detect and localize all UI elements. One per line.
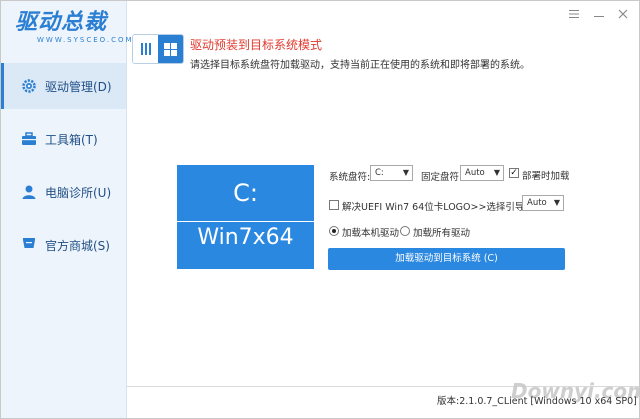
sidebar-item-label: 工具箱(T) bbox=[45, 132, 98, 147]
uefi-fix-checkbox[interactable] bbox=[329, 200, 339, 210]
doctor-icon bbox=[21, 184, 37, 200]
legacy-mode-icon[interactable] bbox=[133, 35, 158, 63]
sidebar-item-pc-clinic[interactable]: 电脑诊所(U) bbox=[1, 169, 126, 215]
app-logo: 驱动总裁 WWW.SYSCEO.COM bbox=[15, 10, 134, 51]
sidebar-item-official-store[interactable]: 官方商城(S) bbox=[1, 222, 126, 268]
minimize-icon[interactable] bbox=[591, 7, 607, 21]
chevron-down-icon: ▼ bbox=[493, 168, 500, 177]
mode-toggle[interactable] bbox=[132, 34, 184, 64]
cart-icon bbox=[21, 237, 37, 253]
sidebar-item-label: 驱动管理(D) bbox=[45, 79, 112, 94]
load-local-drivers-radio[interactable] bbox=[329, 226, 339, 236]
fixed-drive-select[interactable]: Auto ▼ bbox=[460, 165, 504, 181]
drive-os: Win7x64 bbox=[197, 225, 294, 250]
menu-icon[interactable] bbox=[566, 7, 582, 21]
deploy-load-checkbox[interactable]: ✓ bbox=[509, 168, 519, 178]
drive-letter: C: bbox=[233, 179, 258, 207]
chevron-down-icon: ▼ bbox=[553, 198, 560, 207]
load-all-drivers-radio[interactable] bbox=[400, 226, 410, 236]
target-drive-tile[interactable]: C: Win7x64 bbox=[177, 165, 314, 269]
load-local-drivers-label: 加载本机驱动 bbox=[342, 228, 400, 239]
sidebar-item-label: 电脑诊所(U) bbox=[45, 185, 112, 200]
select-value: Auto bbox=[527, 198, 547, 208]
select-value: C: bbox=[375, 168, 384, 178]
sidebar-nav: 驱动管理(D) 工具箱(T) 电脑诊所(U) 官方商城(S) bbox=[1, 63, 126, 275]
system-drive-label: 系统盘符: bbox=[329, 172, 371, 183]
windows-logo-icon[interactable] bbox=[158, 35, 183, 63]
load-drivers-button[interactable]: 加载驱动到目标系统 (C) bbox=[328, 248, 565, 270]
page-title: 驱动预装到目标系统模式 bbox=[190, 38, 323, 52]
fixed-drive-label: 固定盘符: bbox=[421, 172, 463, 183]
sidebar-item-driver-management[interactable]: 驱动管理(D) bbox=[1, 63, 126, 109]
page-description: 请选择目标系统盘符加载驱动，支持当前正在使用的系统和即将部署的系统。 bbox=[190, 60, 530, 71]
load-all-drivers-label: 加载所有驱动 bbox=[413, 228, 471, 239]
logo-text: 驱动总裁 bbox=[15, 10, 108, 35]
divider bbox=[177, 221, 314, 222]
close-icon[interactable] bbox=[615, 7, 631, 21]
logo-subtext: WWW.SYSCEO.COM bbox=[37, 36, 134, 44]
app-window: 驱动总裁 WWW.SYSCEO.COM 驱动管理(D) 工具箱(T) 电脑诊所(… bbox=[0, 0, 640, 419]
uefi-fix-label: 解决UEFI Win7 64位卡LOGO>>选择引导盘符: bbox=[342, 202, 547, 213]
toolbox-icon bbox=[21, 131, 37, 147]
sidebar-item-label: 官方商城(S) bbox=[45, 238, 110, 253]
gear-icon bbox=[21, 78, 37, 94]
version-text: 版本:2.1.0.7_CLient [Windows 10 x64 SP0] bbox=[437, 396, 637, 407]
boot-drive-select[interactable]: Auto ▼ bbox=[522, 195, 564, 211]
deploy-load-label: 部署时加载 bbox=[522, 171, 570, 182]
system-drive-select[interactable]: C: ▼ bbox=[370, 165, 413, 181]
sidebar-item-toolbox[interactable]: 工具箱(T) bbox=[1, 116, 126, 162]
sidebar: 驱动总裁 WWW.SYSCEO.COM 驱动管理(D) 工具箱(T) 电脑诊所(… bbox=[1, 1, 134, 418]
chevron-down-icon: ▼ bbox=[402, 168, 409, 177]
select-value: Auto bbox=[465, 168, 485, 178]
